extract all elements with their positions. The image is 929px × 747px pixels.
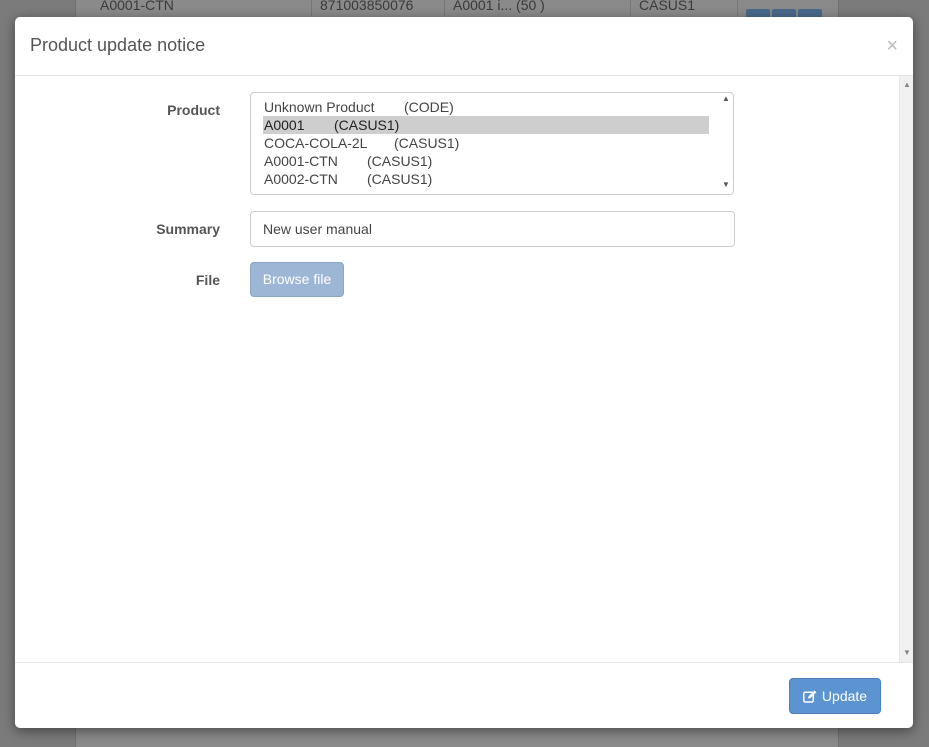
- select-scrollbar[interactable]: ▲ ▼: [719, 93, 733, 194]
- product-update-modal: Product update notice × Product Unknown …: [15, 17, 913, 728]
- scroll-up-arrow-icon[interactable]: ▲: [722, 94, 730, 103]
- product-option-code: (CODE): [404, 99, 454, 115]
- product-option-name: A0002-CTN: [264, 171, 338, 187]
- product-option-code: (CASUS1): [334, 117, 400, 133]
- product-option-code: (CASUS1): [367, 171, 433, 187]
- product-option-selected[interactable]: A0001 (CASUS1): [263, 116, 709, 134]
- bg-action-button: [746, 9, 770, 17]
- modal-header: Product update notice ×: [15, 17, 913, 76]
- product-option-name: A0001-CTN: [264, 153, 338, 169]
- summary-input[interactable]: [250, 211, 735, 247]
- update-button-label: Update: [821, 688, 868, 704]
- product-option-name: COCA-COLA-2L: [264, 135, 368, 151]
- browse-file-button[interactable]: Browse file: [250, 262, 344, 297]
- modal-body-scrollbar[interactable]: ▲ ▼: [899, 76, 913, 662]
- product-option-code: (CASUS1): [367, 153, 433, 169]
- product-option[interactable]: A0002-CTN (CASUS1): [264, 170, 708, 188]
- bg-action-button: [772, 9, 796, 17]
- bg-cell-code2: CASUS1: [631, 0, 738, 16]
- modal-footer: Update: [15, 662, 913, 728]
- product-option[interactable]: COCA-COLA-2L (CASUS1): [264, 134, 708, 152]
- scroll-down-arrow-icon[interactable]: ▼: [903, 648, 911, 657]
- scroll-down-arrow-icon[interactable]: ▼: [722, 180, 730, 189]
- product-option[interactable]: Unknown Product (CODE): [264, 98, 708, 116]
- product-option-name: Unknown Product: [264, 99, 375, 115]
- close-button[interactable]: ×: [886, 34, 898, 58]
- modal-body: Product Unknown Product (CODE) A0001 (CA…: [15, 76, 913, 662]
- scroll-up-arrow-icon[interactable]: ▲: [903, 80, 911, 89]
- bg-cell-code: A0001-CTN: [92, 0, 312, 16]
- product-option[interactable]: A0001-CTN (CASUS1): [264, 152, 708, 170]
- edit-icon: [802, 690, 817, 703]
- bg-action-button: [798, 9, 822, 17]
- modal-title: Product update notice: [30, 35, 206, 55]
- product-option-code: (CASUS1): [394, 135, 460, 151]
- product-option-name: A0001: [264, 117, 305, 133]
- product-label: Product: [167, 102, 220, 118]
- bg-cell-description: A0001 i... (50 ): [445, 0, 631, 16]
- summary-label: Summary: [156, 221, 220, 237]
- background-table-row: A0001-CTN 871003850076 A0001 i... (50 ) …: [76, 0, 838, 17]
- product-select[interactable]: Unknown Product (CODE) A0001 (CASUS1) CO…: [250, 92, 734, 195]
- update-button[interactable]: Update: [789, 678, 881, 714]
- file-label: File: [195, 272, 220, 288]
- bg-cell-barcode: 871003850076: [312, 0, 445, 16]
